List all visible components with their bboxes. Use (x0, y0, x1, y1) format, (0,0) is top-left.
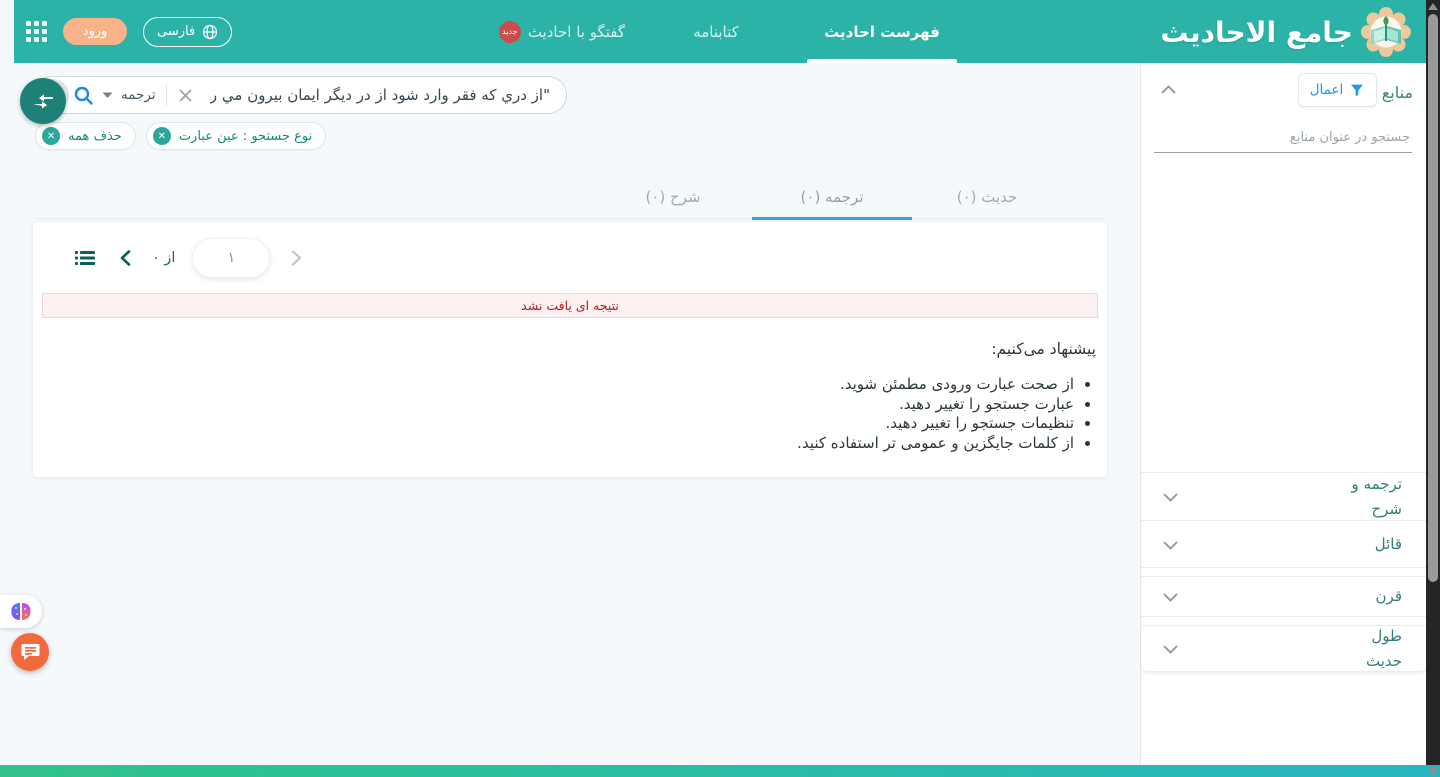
scrollbar-thumb[interactable] (1428, 14, 1438, 582)
chat-bubble-icon (21, 643, 40, 661)
nav-tab-chat-with-hadith[interactable]: گفتگو با احادیث جدید (499, 0, 625, 63)
suggestion-item: از کلمات جایگزین و عمومی تر استفاده کنید… (797, 434, 1074, 454)
ai-assistant-tab[interactable] (0, 595, 42, 628)
page-of-label: از ۰ (152, 250, 175, 266)
sources-chevron-up-icon[interactable] (1161, 82, 1176, 97)
app-logo[interactable]: جامع الاحادیث (1160, 5, 1412, 59)
filter-chip-clear-all[interactable]: حذف همه ✕ (35, 122, 136, 150)
browser-scrollbar[interactable] (1426, 0, 1440, 777)
scrollbar-down-arrow[interactable] (1428, 768, 1438, 775)
pagination: از ۰ (71, 236, 306, 280)
results-card: از ۰ نتیجه ای یافت نشد پیشنهاد می‌کنیم: … (33, 222, 1107, 477)
new-badge: جدید (499, 21, 521, 43)
chevron-down-icon (1163, 535, 1178, 554)
chevron-down-icon (1163, 587, 1178, 606)
divider (166, 84, 167, 106)
header-actions: ورود فارسی (26, 0, 232, 63)
suggestions-block: پیشنهاد می‌کنیم: از صحت عبارت ورودی مطمئ… (797, 340, 1096, 454)
apps-grid-icon[interactable] (26, 21, 47, 42)
nav-tab-bibliography[interactable]: کتابنامه (661, 0, 771, 63)
search-scope-label[interactable]: ترجمه (121, 87, 156, 103)
search-input[interactable] (198, 86, 562, 104)
logo-flower-book-icon (1360, 6, 1412, 58)
sources-search-input[interactable] (1154, 126, 1412, 153)
suggestions-list: از صحت عبارت ورودی مطمئن شوید. عبارت جست… (797, 375, 1096, 454)
clear-search-icon[interactable] (173, 87, 198, 104)
search-bar: ترجمه (33, 76, 567, 114)
apply-filters-button[interactable]: اعمال (1298, 73, 1377, 107)
page-number-input[interactable] (192, 238, 270, 278)
sidebar-title: منابع (1382, 83, 1413, 102)
scope-caret-down-icon[interactable] (98, 92, 117, 99)
brain-icon (9, 601, 33, 623)
next-page-chevron-icon[interactable] (287, 250, 306, 266)
suggestion-item: از صحت عبارت ورودی مطمئن شوید. (797, 375, 1074, 395)
sidebar-header: منابع اعمال (1141, 73, 1426, 113)
section-hadith-length[interactable]: طول حدیث (1141, 625, 1426, 672)
suggestions-title: پیشنهاد می‌کنیم: (797, 340, 1096, 358)
result-tabs: حدیث (۰) ترجمه (۰) شرح (۰) (33, 175, 1107, 219)
chat-support-button[interactable] (11, 633, 49, 671)
section-translation-commentary[interactable]: ترجمه و شرح (1141, 472, 1426, 521)
login-button[interactable]: ورود (63, 18, 127, 45)
section-narrator[interactable]: قائل (1141, 520, 1426, 568)
chevron-down-icon (1163, 487, 1178, 506)
filter-funnel-icon (1349, 82, 1365, 98)
active-filters: نوع جستجو : عین عبارت ✕ حذف همه ✕ (35, 122, 326, 150)
logo-title: جامع الاحادیث (1160, 16, 1353, 49)
swap-arrows-icon (31, 89, 55, 113)
tab-hadith[interactable]: حدیث (۰) (907, 175, 1067, 219)
main-nav: فهرست احادیث کتابنامه گفتگو با احادیث جد… (499, 0, 957, 63)
suggestion-item: تنظیمات جستجو را تغییر دهید. (797, 414, 1074, 434)
filter-chip-search-type[interactable]: نوع جستجو : عین عبارت ✕ (146, 122, 326, 150)
filters-sidebar: منابع اعمال ترجمه و شرح قائل (1140, 63, 1426, 765)
prev-page-chevron-icon[interactable] (116, 250, 135, 266)
main-content: ترجمه نوع جستجو : عین عبارت ✕ حذف همه ✕ (0, 63, 1140, 765)
section-century[interactable]: قرن (1141, 576, 1426, 617)
suggestion-item: عبارت جستجو را تغییر دهید. (797, 395, 1074, 415)
chip-close-icon[interactable]: ✕ (42, 127, 60, 145)
scrollbar-up-arrow[interactable] (1428, 3, 1438, 10)
globe-icon (202, 24, 218, 40)
list-view-icon[interactable] (71, 249, 99, 267)
search-submit-icon[interactable] (69, 85, 98, 106)
bottom-accent-bar (0, 765, 1440, 777)
active-nav-underline (807, 59, 957, 63)
language-button[interactable]: فارسی (143, 17, 232, 47)
chip-close-icon[interactable]: ✕ (153, 127, 171, 145)
nav-tab-hadith-index[interactable]: فهرست احادیث (807, 0, 957, 63)
sidebar-sections: ترجمه و شرح قائل قرن طول حدیث (1141, 472, 1426, 672)
tab-translation[interactable]: ترجمه (۰) (752, 175, 912, 219)
tab-commentary[interactable]: شرح (۰) (593, 175, 753, 219)
collapse-sidebar-button[interactable] (20, 78, 66, 124)
chevron-down-icon (1163, 639, 1178, 658)
sources-search (1154, 126, 1412, 153)
no-results-alert: نتیجه ای یافت نشد (42, 293, 1098, 318)
app-header: جامع الاحادیث فهرست احادیث کتابنامه گفتگ… (14, 0, 1440, 63)
